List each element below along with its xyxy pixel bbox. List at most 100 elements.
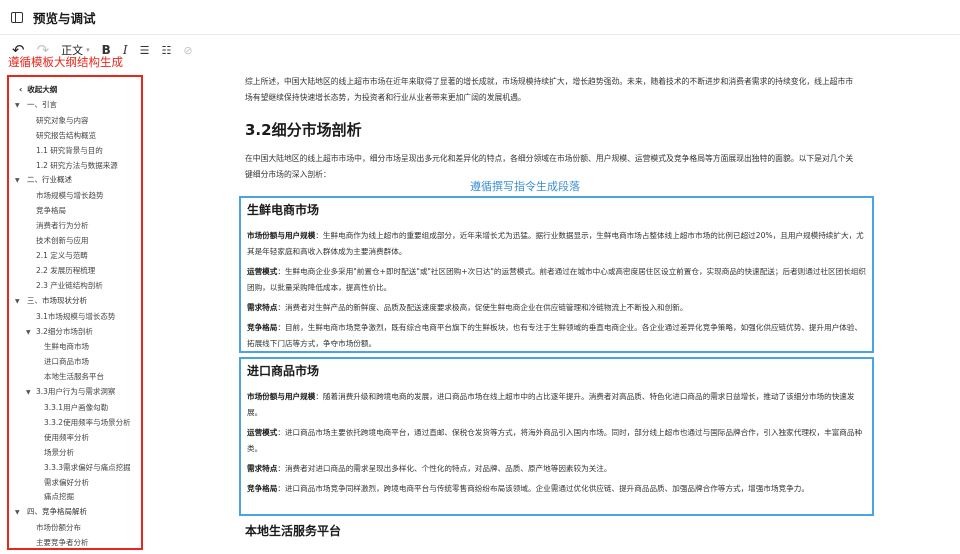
outline-item-label: 痛点挖掘 <box>44 492 74 502</box>
bullet-list-icon[interactable]: ☰ <box>140 44 150 57</box>
outline-item[interactable]: 1.1 研究背景与目的 <box>9 144 141 159</box>
outline-item[interactable]: 3.3.1用户画像勾勒 <box>9 401 141 416</box>
outline-item[interactable]: 使用频率分析 <box>9 431 141 446</box>
section-heading: 3.2细分市场剖析 <box>245 121 362 139</box>
outline-item[interactable]: ▼ 三、市场现状分析 <box>9 294 141 310</box>
item-text: ：随着消费升级和跨境电商的发展，进口商品市场在线上超市中的占比逐年提升。消费者对… <box>247 392 855 417</box>
outline-panel: ‹ 收起大纲 ▼ 一、引言研究对象与内容 研究报告结构概览 1.1 研究背景与目的 1.2… <box>7 75 143 550</box>
outline-item[interactable]: 研究报告结构概览 <box>9 129 141 144</box>
outline-item-label: 3.3用户行为与需求洞察 <box>36 387 116 397</box>
outline-item[interactable]: 进口商品市场 <box>9 355 141 370</box>
italic-button[interactable]: I <box>123 43 128 57</box>
item-text: ：消费者对进口商品的需求呈现出多样化、个性化的特点，对品牌、品质、原产地等因素较… <box>277 464 612 473</box>
sidebar-toggle-icon[interactable] <box>11 11 23 23</box>
outline-item-label: 使用频率分析 <box>44 432 89 442</box>
outline-item[interactable]: 生鲜电商市场 <box>9 340 141 355</box>
lead-paragraph: 综上所述，中国大陆地区的线上超市市场在近年来取得了显著的增长成就，市场规模持续扩… <box>245 77 854 102</box>
outline-item-label: 2.1 定义与范畴 <box>36 250 88 260</box>
outline-item[interactable]: ▼ 四、竞争格局解析 <box>9 505 141 521</box>
outline-item[interactable]: ▼ 一、引言 <box>9 98 141 114</box>
item-text: ：进口商品市场竞争同样激烈，跨境电商平台与传统零售商纷纷布局该领域。企业需通过优… <box>277 484 809 493</box>
subsection-fresh-ecommerce: 生鲜电商市场 市场份额与用户规模：生鲜电商作为线上超市的重要组成部分，近年来增长… <box>239 196 874 353</box>
item-label: 竞争格局 <box>247 323 278 332</box>
item-text: ：目前，生鲜电商市场竞争激烈，既有综合电商平台旗下的生鲜板块，也有专注于生鲜领域… <box>247 323 863 348</box>
outline-item[interactable]: 1.2 研究方法与数据来源 <box>9 159 141 174</box>
item-label: 运营模式 <box>247 428 278 437</box>
outline-item-label: 二、行业概述 <box>27 175 72 185</box>
page-title: 预览与调试 <box>33 10 96 26</box>
subsection-heading: 生鲜电商市场 <box>247 203 320 217</box>
caret-down-icon[interactable]: ▼ <box>15 506 21 521</box>
outline-item[interactable]: 3.3.2使用频率与场景分析 <box>9 416 141 431</box>
outline-item[interactable]: 需求偏好分析 <box>9 476 141 491</box>
outline-item[interactable]: 本地生活服务平台 <box>9 370 141 385</box>
outline-item-label: 竞争格局 <box>36 206 66 216</box>
outline-item-label: 进口商品市场 <box>44 357 89 367</box>
outline-item[interactable]: 2.1 定义与范畴 <box>9 249 141 264</box>
item-label: 市场份额与用户规模 <box>247 231 316 240</box>
collapse-outline-label: 收起大纲 <box>27 85 58 94</box>
outline-item[interactable]: ▼ 二、行业概述 <box>9 173 141 189</box>
outline-item[interactable]: 市场规模与增长趋势 <box>9 189 141 204</box>
outline-item-label: 3.3.3需求偏好与痛点挖掘 <box>44 462 131 472</box>
subsection-item: 竞争格局：目前，生鲜电商市场竞争激烈，既有综合电商平台旗下的生鲜板块，也有专注于… <box>247 320 866 352</box>
item-label: 运营模式 <box>247 267 278 276</box>
item-text: ：进口商品市场主要依托跨境电商平台，通过直邮、保税仓发货等方式，将海外商品引入国… <box>247 428 863 453</box>
outline-item[interactable]: 技术创新与应用 <box>9 234 141 249</box>
document-body: 综上所述，中国大陆地区的线上超市市场在近年来取得了显著的增长成就，市场规模持续扩… <box>245 74 860 183</box>
outline-item[interactable]: 2.3 产业链结构剖析 <box>9 279 141 294</box>
outline-item-label: 1.1 研究背景与目的 <box>36 145 103 155</box>
outline-item[interactable]: 研究对象与内容 <box>9 114 141 129</box>
outline-item-label: 需求偏好分析 <box>44 477 89 487</box>
subsection-item: 需求特点：消费者对生鲜产品的新鲜度、品质及配送速度要求极高，促使生鲜电商企业在供… <box>247 300 866 316</box>
outline-item-label: 2.2 发展历程梳理 <box>36 265 96 275</box>
outline-item-label: 本地生活服务平台 <box>44 372 104 382</box>
outline-item-label: 三、市场现状分析 <box>27 295 87 305</box>
outline-item[interactable]: 场景分析 <box>9 446 141 461</box>
item-text: ：生鲜电商企业多采用"前置仓+即时配送"或"社区团购+次日达"的运营模式。前者通… <box>247 267 867 292</box>
subsection-item: 市场份额与用户规模：生鲜电商作为线上超市的重要组成部分，近年来增长尤为迅猛。据行… <box>247 228 866 260</box>
outline-annotation: 遵循模板大纲结构生成 <box>8 55 123 69</box>
caret-down-icon[interactable]: ▼ <box>15 295 21 310</box>
subsection-item: 需求特点：消费者对进口商品的需求呈现出多样化、个性化的特点，对品牌、品质、原产地… <box>247 461 866 477</box>
item-label: 需求特点 <box>247 464 278 473</box>
chevron-down-icon: ▾ <box>86 46 90 54</box>
outline-item-label: 3.1市场规模与增长态势 <box>36 311 116 321</box>
paragraph-annotation: 遵循撰写指令生成段落 <box>470 180 580 193</box>
outline-item[interactable]: 消费者行为分析 <box>9 219 141 234</box>
outline-item-label: 场景分析 <box>44 447 74 457</box>
outline-item[interactable]: 市场份额分布 <box>9 521 141 536</box>
item-text: ：生鲜电商作为线上超市的重要组成部分，近年来增长尤为迅猛。据行业数据显示，生鲜电… <box>247 231 864 256</box>
outline-item[interactable]: 2.2 发展历程梳理 <box>9 264 141 279</box>
outline-item[interactable]: ▼ 3.3用户行为与需求洞察 <box>9 385 141 401</box>
caret-down-icon[interactable]: ▼ <box>26 326 32 341</box>
collapse-outline-button[interactable]: ‹ 收起大纲 <box>9 83 141 98</box>
chevron-left-icon: ‹ <box>19 85 23 94</box>
caret-down-icon[interactable]: ▼ <box>15 99 21 114</box>
link-icon[interactable]: ⊘ <box>183 44 192 57</box>
item-text: ：消费者对生鲜产品的新鲜度、品质及配送速度要求极高，促使生鲜电商企业在供应链管理… <box>277 303 688 312</box>
outline-item-label: 一、引言 <box>27 99 57 109</box>
outline-item-label: 2.3 产业链结构剖析 <box>36 280 103 290</box>
outline-item-label: 市场规模与增长趋势 <box>36 191 104 201</box>
subsection-item: 竞争格局：进口商品市场竞争同样激烈，跨境电商平台与传统零售商纷纷布局该领域。企业… <box>247 481 866 497</box>
ordered-list-icon[interactable]: ☷ <box>161 44 171 57</box>
outline-item[interactable]: 竞争格局 <box>9 204 141 219</box>
subsection-item: 市场份额与用户规模：随着消费升级和跨境电商的发展，进口商品市场在线上超市中的占比… <box>247 389 866 421</box>
outline-item[interactable]: 3.1市场规模与增长态势 <box>9 310 141 325</box>
subsection-item: 运营模式：进口商品市场主要依托跨境电商平台，通过直邮、保税仓发货等方式，将海外商… <box>247 425 866 457</box>
outline-item[interactable]: ▼ 3.2细分市场剖析 <box>9 325 141 341</box>
outline-item[interactable]: 3.3.3需求偏好与痛点挖掘 <box>9 461 141 476</box>
caret-down-icon[interactable]: ▼ <box>26 386 32 401</box>
subsection-item: 运营模式：生鲜电商企业多采用"前置仓+即时配送"或"社区团购+次日达"的运营模式… <box>247 264 866 296</box>
next-subsection-heading: 本地生活服务平台 <box>245 524 342 538</box>
outline-item[interactable]: 痛点挖掘 <box>9 490 141 505</box>
item-label: 市场份额与用户规模 <box>247 392 316 401</box>
outline-item-label: 3.3.1用户画像勾勒 <box>44 403 109 413</box>
caret-down-icon[interactable]: ▼ <box>15 174 21 189</box>
item-label: 需求特点 <box>247 303 278 312</box>
outline-tree: ‹ 收起大纲 ▼ 一、引言研究对象与内容 研究报告结构概览 1.1 研究背景与目的 1.2… <box>9 77 141 548</box>
outline-item-label: 消费者行为分析 <box>36 221 89 231</box>
outline-item[interactable]: 主要竞争者分析 <box>9 536 141 548</box>
outline-item-label: 1.2 研究方法与数据来源 <box>36 160 118 170</box>
